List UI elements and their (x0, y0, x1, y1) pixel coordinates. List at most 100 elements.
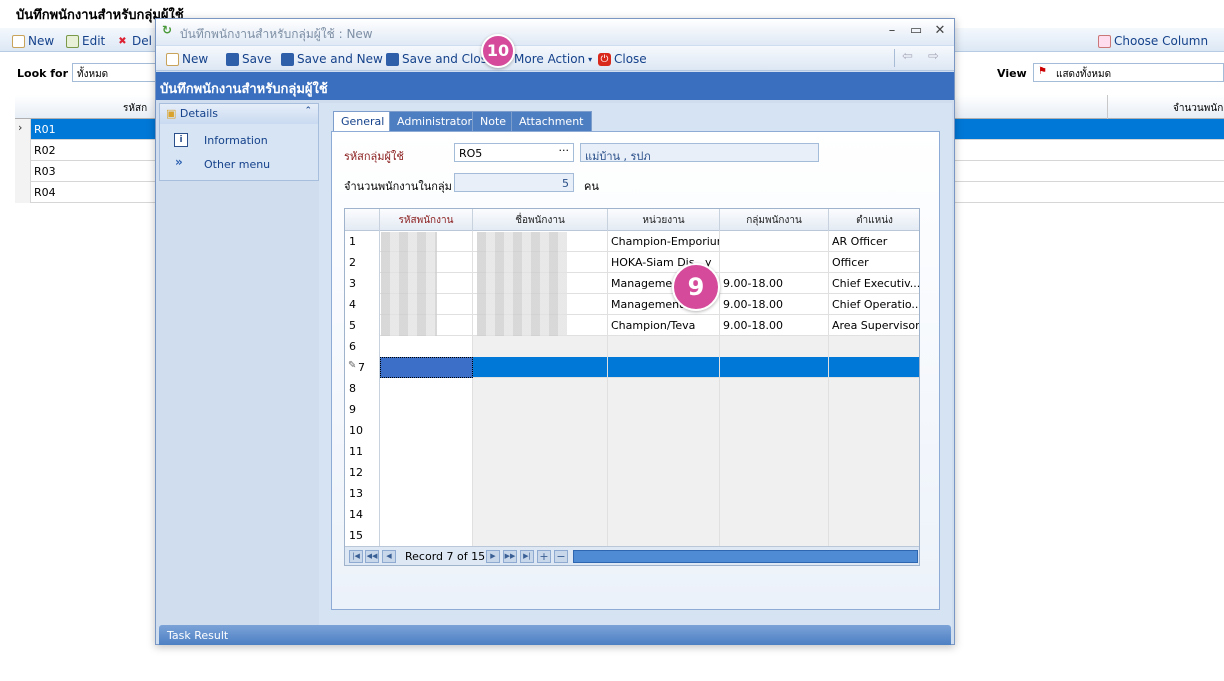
grid-header-emp-name[interactable]: ชื่อพนักงาน (473, 209, 608, 231)
grid-cell[interactable] (829, 336, 919, 357)
tab-administrator[interactable]: Administrator (389, 111, 480, 131)
grid-cell[interactable] (720, 336, 829, 357)
grid-cell[interactable] (473, 357, 608, 378)
grid-cell[interactable] (720, 441, 829, 462)
grid-cell[interactable] (829, 441, 919, 462)
first-record-icon[interactable]: |◀ (349, 550, 363, 563)
table-row[interactable]: 11 (345, 441, 919, 462)
grid-cell[interactable] (608, 504, 720, 525)
table-row[interactable]: 9 (345, 399, 919, 420)
new-button[interactable]: New (166, 50, 208, 68)
details-header[interactable]: ▣ Details ⌃ (160, 104, 318, 124)
grid-cell[interactable] (380, 357, 473, 378)
grid-cell[interactable] (473, 399, 608, 420)
grid-cell[interactable] (829, 420, 919, 441)
grid-cell[interactable] (380, 378, 473, 399)
view-select[interactable]: ⚑ แสดงทั้งหมด (1033, 63, 1224, 82)
grid-cell[interactable] (608, 357, 720, 378)
tab-attachment[interactable]: Attachment (511, 111, 592, 131)
grid-cell[interactable] (608, 462, 720, 483)
grid-cell[interactable] (608, 420, 720, 441)
grid-cell[interactable]: Champion-Emporium (608, 231, 720, 252)
add-record-icon[interactable]: + (537, 550, 551, 563)
prev-page-icon[interactable]: ◀◀ (365, 550, 379, 563)
grid-cell[interactable] (473, 525, 608, 546)
grid-cell[interactable]: Chief Executiv... (829, 273, 919, 294)
horizontal-scrollbar[interactable] (573, 550, 918, 563)
grid-cell[interactable] (829, 399, 919, 420)
side-item-information[interactable]: Information (204, 134, 268, 147)
grid-cell[interactable] (608, 525, 720, 546)
grid-cell[interactable] (608, 399, 720, 420)
grid-cell[interactable] (720, 462, 829, 483)
last-record-icon[interactable]: ▶| (520, 550, 534, 563)
grid-cell[interactable] (720, 420, 829, 441)
grid-cell[interactable] (473, 483, 608, 504)
remove-record-icon[interactable]: − (554, 550, 568, 563)
edit-button[interactable]: Edit (66, 32, 105, 50)
grid-cell[interactable] (720, 399, 829, 420)
grid-cell[interactable] (720, 483, 829, 504)
grid-cell[interactable] (380, 525, 473, 546)
task-result-panel[interactable]: Task Result (159, 625, 951, 645)
grid-header-position[interactable]: ตำแหน่ง (829, 209, 919, 231)
side-item-other-menu[interactable]: Other menu (204, 158, 270, 171)
grid-cell[interactable] (473, 336, 608, 357)
grid-cell[interactable] (608, 336, 720, 357)
new-button[interactable]: New (12, 32, 54, 50)
collapse-icon[interactable]: ⌃ (304, 106, 312, 116)
grid-cell[interactable] (720, 525, 829, 546)
grid-cell[interactable] (380, 483, 473, 504)
table-row[interactable]: 12 (345, 462, 919, 483)
save-button[interactable]: Save (226, 50, 271, 68)
grid-cell[interactable] (380, 462, 473, 483)
grid-cell[interactable] (720, 231, 829, 252)
grid-cell[interactable] (380, 504, 473, 525)
grid-cell[interactable] (608, 441, 720, 462)
grid-cell[interactable] (829, 525, 919, 546)
grid-cell[interactable] (829, 357, 919, 378)
next-page-icon[interactable]: ▶▶ (503, 550, 517, 563)
grid-cell[interactable] (380, 420, 473, 441)
table-row[interactable]: 6 (345, 336, 919, 357)
grid-header-emp-code[interactable]: รหัสพนักงาน (380, 209, 473, 231)
grid-cell[interactable]: 9.00-18.00 (720, 315, 829, 336)
grid-header-group[interactable]: กลุ่มพนักงาน (720, 209, 829, 231)
grid-cell[interactable] (829, 462, 919, 483)
grid-cell[interactable] (608, 483, 720, 504)
grid-cell[interactable]: Champion/Teva (608, 315, 720, 336)
save-and-close-button[interactable]: Save and Close (386, 50, 494, 68)
grid-cell[interactable] (829, 504, 919, 525)
grid-cell[interactable] (473, 378, 608, 399)
table-row[interactable]: 15 (345, 525, 919, 546)
more-action-button[interactable]: More Action ▾ (514, 50, 592, 68)
minimize-icon[interactable]: – (884, 23, 900, 39)
grid-cell[interactable] (473, 504, 608, 525)
grid-cell[interactable] (380, 441, 473, 462)
ellipsis-icon[interactable]: ··· (559, 144, 570, 157)
back-arrow-icon[interactable]: ⇦ (902, 49, 913, 64)
grid-cell[interactable]: Chief Operatio... (829, 294, 919, 315)
forward-arrow-icon[interactable]: ⇨ (928, 49, 939, 64)
close-window-icon[interactable]: ✕ (932, 23, 948, 39)
grid-cell[interactable]: Officer (829, 252, 919, 273)
grid-cell[interactable] (720, 378, 829, 399)
grid-cell[interactable]: 9.00-18.00 (720, 294, 829, 315)
save-and-new-button[interactable]: Save and New (281, 50, 383, 68)
delete-button[interactable]: ✖ Del (116, 32, 152, 50)
grid-cell[interactable] (829, 483, 919, 504)
grid-cell[interactable] (473, 462, 608, 483)
choose-column-button[interactable]: Choose Column (1098, 32, 1208, 50)
maximize-icon[interactable]: ▭ (908, 23, 924, 39)
table-row[interactable]: 14 (345, 504, 919, 525)
tab-note[interactable]: Note (472, 111, 515, 131)
table-row[interactable]: 8 (345, 378, 919, 399)
prev-record-icon[interactable]: ◀ (382, 550, 396, 563)
next-record-icon[interactable]: ▶ (486, 550, 500, 563)
grid-cell[interactable] (380, 336, 473, 357)
grid-cell[interactable] (720, 252, 829, 273)
table-row[interactable]: 7 ✎ (345, 357, 919, 378)
group-code-input[interactable]: RO5 ··· (454, 143, 574, 162)
table-row[interactable]: 13 (345, 483, 919, 504)
table-row[interactable]: 10 (345, 420, 919, 441)
